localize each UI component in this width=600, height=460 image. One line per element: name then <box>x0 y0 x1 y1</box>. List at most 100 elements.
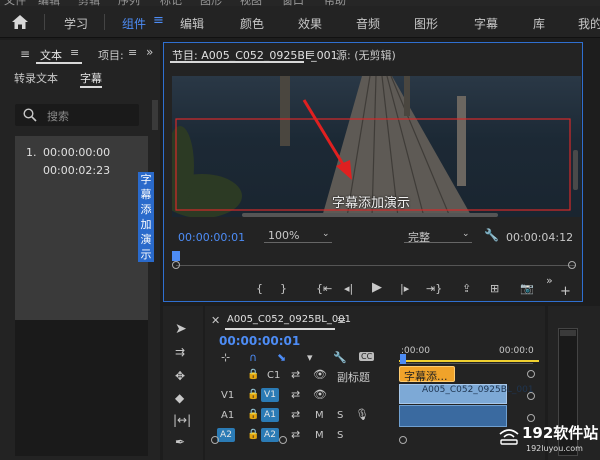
divider <box>104 14 105 30</box>
more-controls-icon[interactable]: » <box>546 275 553 286</box>
workspace-tab-libraries[interactable]: 库 <box>533 15 545 32</box>
lock-icon[interactable]: 🔒 <box>247 370 259 380</box>
slip-tool-icon[interactable]: |↔| <box>173 414 191 426</box>
wrench-icon[interactable]: 🔧 <box>484 229 499 241</box>
lift-icon[interactable]: ⇪ <box>462 283 471 294</box>
scrollbar[interactable] <box>152 100 158 130</box>
track-zoom-handle[interactable] <box>527 370 535 378</box>
workspace-tab-edit[interactable]: 编辑 <box>180 15 204 32</box>
workspace-tab-effects[interactable]: 效果 <box>298 15 322 32</box>
workspace-tab-graphics[interactable]: 图形 <box>414 15 438 32</box>
add-button-icon[interactable]: + <box>560 285 571 298</box>
caption-text-selected[interactable]: 字 幕 添 加 演 示 <box>138 172 154 262</box>
panel-menu-icon[interactable]: ≡ <box>337 315 346 326</box>
sync-lock-icon[interactable]: ⇄ <box>291 429 300 440</box>
tab-text[interactable]: 文本 <box>40 47 62 63</box>
captions-display-icon[interactable]: CC <box>359 352 375 361</box>
playhead[interactable] <box>172 251 180 261</box>
subtab-transcript[interactable]: 转录文本 <box>14 70 58 86</box>
sync-lock-icon[interactable]: ⇄ <box>291 409 300 420</box>
workspace-tab-mine[interactable]: 我的 <box>578 15 600 32</box>
selection-tool-icon[interactable]: ➤ <box>175 322 187 336</box>
zoom-bar[interactable] <box>176 265 576 266</box>
source-tab[interactable]: 源: (无剪辑) <box>336 47 396 63</box>
track-target-v1[interactable]: V1 <box>261 388 279 402</box>
home-icon[interactable] <box>12 15 28 29</box>
source-patch-a1[interactable]: A1 <box>221 410 234 421</box>
scroll-handle-right[interactable] <box>279 436 287 444</box>
go-to-out-icon[interactable]: ⇥} <box>426 283 442 294</box>
track-target-a2[interactable]: A2 <box>261 428 279 442</box>
ruler-end-label: 00:00:0 <box>499 346 534 356</box>
video-clip[interactable]: A005_C052_0925BL_001 <box>399 384 534 404</box>
horizontal-scrollbar[interactable] <box>242 213 498 217</box>
more-panels-icon[interactable]: » <box>146 46 153 58</box>
lock-icon[interactable]: 🔒 <box>247 390 259 400</box>
mute-button[interactable]: M <box>315 430 324 441</box>
lock-icon[interactable]: 🔒 <box>247 410 259 420</box>
audio-clip[interactable] <box>399 405 507 427</box>
mark-in-icon[interactable]: { <box>256 283 263 294</box>
mark-out-icon[interactable]: } <box>280 283 287 294</box>
play-icon[interactable]: ▶ <box>372 281 382 294</box>
ripple-edit-tool-icon[interactable]: ✥ <box>175 370 185 382</box>
caption-start-time[interactable]: 00:00:00:00 <box>43 146 110 159</box>
microphone-icon[interactable]: 🎙 <box>355 409 369 420</box>
go-to-in-icon[interactable]: {⇤ <box>316 283 332 294</box>
workspace-tab-assembly[interactable]: 组件 <box>122 15 146 32</box>
snap-icon[interactable]: ∩ <box>249 352 257 363</box>
caption-end-time[interactable]: 00:00:02:23 <box>43 164 110 177</box>
source-patch-a2[interactable]: A2 <box>217 428 235 442</box>
caption-list-empty-area <box>15 320 148 456</box>
subtab-captions[interactable]: 字幕 <box>80 70 102 86</box>
source-patch-v1[interactable]: V1 <box>221 390 234 401</box>
tab-project[interactable]: 项目: <box>98 47 124 63</box>
quality-select[interactable]: 完整 ⌄ <box>404 229 472 244</box>
time-ruler[interactable] <box>172 251 576 261</box>
panel-menu-icon[interactable]: ≡ <box>70 47 79 58</box>
pen-tool-icon[interactable]: ✒ <box>175 436 185 448</box>
workspace-menu-icon[interactable]: ≡ <box>153 13 164 28</box>
workspace-tab-audio[interactable]: 音频 <box>356 15 380 32</box>
panel-menu-icon[interactable]: ≡ <box>20 48 30 60</box>
caption-clip[interactable]: 字幕添... <box>399 366 455 383</box>
sequence-tab[interactable]: A005_C052_0925BL_001 <box>227 314 351 325</box>
razor-tool-icon[interactable]: ◆ <box>175 392 184 404</box>
chevron-down-icon: ⌄ <box>462 229 470 239</box>
workspace-tab-captions[interactable]: 字幕 <box>474 15 498 32</box>
panel-menu-icon[interactable]: ≡ <box>306 48 315 59</box>
eye-icon[interactable]: 👁 <box>313 389 327 400</box>
sync-lock-icon[interactable]: ⇄ <box>291 389 300 400</box>
extract-icon[interactable]: ⊞ <box>490 283 499 294</box>
lock-icon[interactable]: 🔒 <box>247 430 259 440</box>
track-select-tool-icon[interactable]: ⇉ <box>175 346 185 358</box>
solo-button[interactable]: S <box>337 430 343 441</box>
scroll-handle-left[interactable] <box>399 436 407 444</box>
vertical-scrollbar[interactable] <box>573 150 578 190</box>
timeline-playhead[interactable] <box>400 354 406 364</box>
panel-menu-icon[interactable]: ≡ <box>128 47 137 58</box>
workspace-tab-color[interactable]: 颜色 <box>240 15 264 32</box>
search-input[interactable]: 搜索 <box>15 104 139 126</box>
linked-selection-icon[interactable]: ⬊ <box>277 352 286 363</box>
timeline-timecode[interactable]: 00:00:00:01 <box>219 334 300 348</box>
settings-wrench-icon[interactable]: 🔧 <box>333 352 347 363</box>
close-icon[interactable]: ✕ <box>211 315 220 326</box>
export-frame-icon[interactable]: 📷 <box>520 283 534 294</box>
zoom-handle-left[interactable] <box>172 261 180 269</box>
scroll-handle-left[interactable] <box>211 436 219 444</box>
step-forward-icon[interactable]: |▸ <box>400 283 409 294</box>
step-back-icon[interactable]: ◂| <box>344 283 353 294</box>
workspace-tab-learn[interactable]: 学习 <box>64 15 88 32</box>
sync-lock-icon[interactable]: ⇄ <box>291 369 300 380</box>
current-timecode[interactable]: 00:00:00:01 <box>178 231 245 244</box>
solo-button[interactable]: S <box>337 410 343 421</box>
zoom-select[interactable]: 100% ⌄ <box>264 229 332 243</box>
track-zoom-handle[interactable] <box>527 392 535 400</box>
add-marker-icon[interactable]: ▾ <box>307 352 313 363</box>
track-target-a1[interactable]: A1 <box>261 408 279 422</box>
eye-icon[interactable]: 👁 <box>313 369 327 380</box>
zoom-handle-right[interactable] <box>568 261 576 269</box>
mute-button[interactable]: M <box>315 410 324 421</box>
nest-icon[interactable]: ⊹ <box>221 352 230 363</box>
